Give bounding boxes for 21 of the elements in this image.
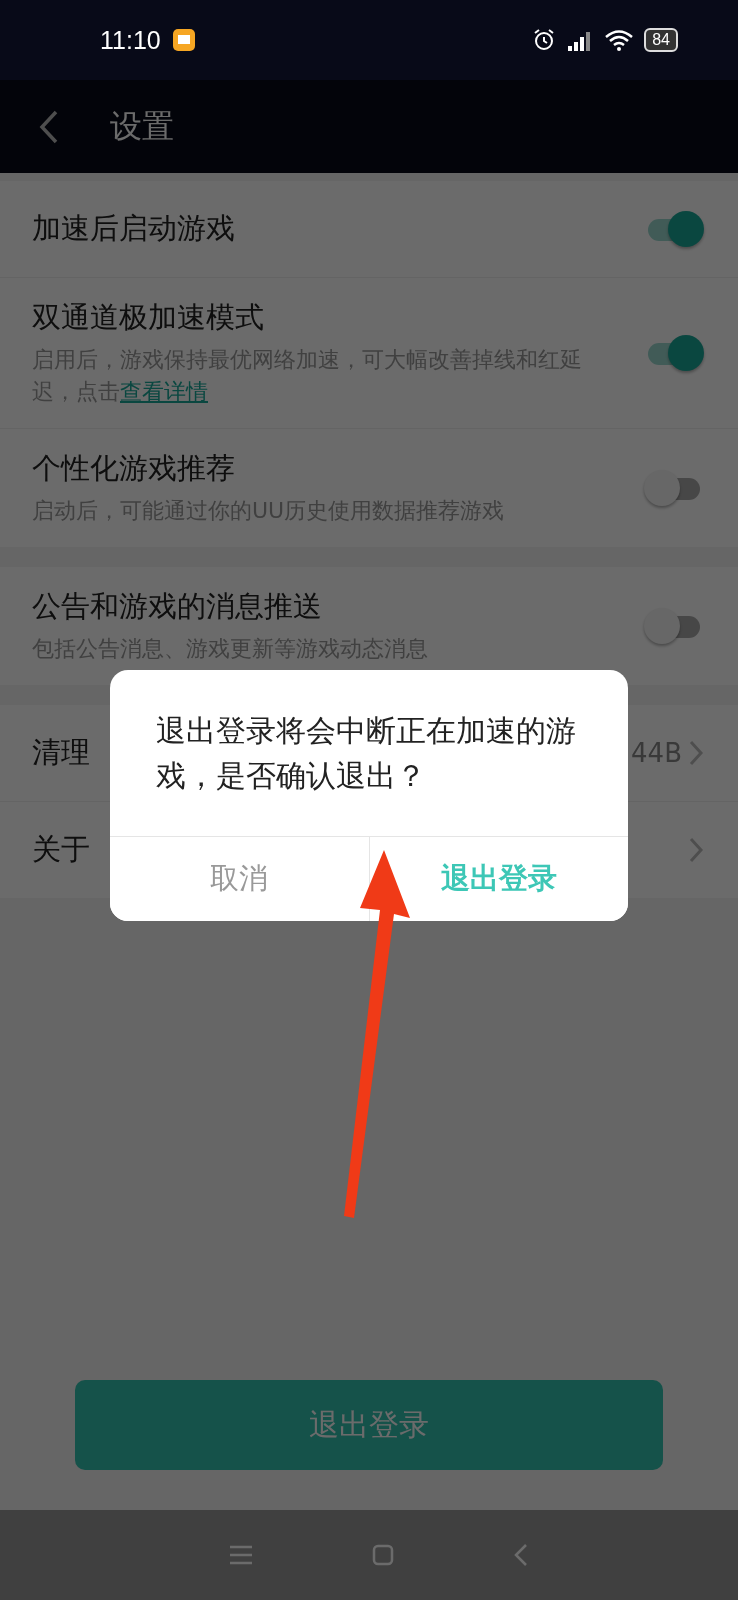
wifi-icon xyxy=(604,28,635,52)
status-time: 11:10 xyxy=(100,25,161,55)
home-square-icon[interactable] xyxy=(372,1544,394,1566)
setting-title: 公告和游戏的消息推送 xyxy=(32,587,323,625)
chevron-right-icon xyxy=(688,738,704,767)
setting-title: 清理 xyxy=(32,733,91,771)
details-link[interactable]: 查看详情 xyxy=(120,378,208,404)
logout-button[interactable]: 退出登录 xyxy=(75,1380,663,1470)
setting-title: 个性化游戏推荐 xyxy=(32,449,236,487)
logout-confirm-button[interactable]: 退出登录 xyxy=(368,837,628,921)
setting-title: 双通道极加速模式 xyxy=(32,299,265,336)
battery-level: 84 xyxy=(644,28,678,52)
back-icon[interactable] xyxy=(514,1543,528,1567)
back-icon[interactable] xyxy=(38,108,60,145)
dialog-message: 退出登录将会中断正在加速的游戏，是否确认退出？ xyxy=(155,712,577,795)
menu-icon[interactable] xyxy=(230,1545,252,1565)
setting-title: 关于 xyxy=(32,830,91,868)
setting-title: 加速后启动游戏 xyxy=(32,210,236,247)
chevron-right-icon xyxy=(688,835,704,864)
page-title: 设置 xyxy=(110,105,174,147)
message-icon xyxy=(172,29,195,51)
